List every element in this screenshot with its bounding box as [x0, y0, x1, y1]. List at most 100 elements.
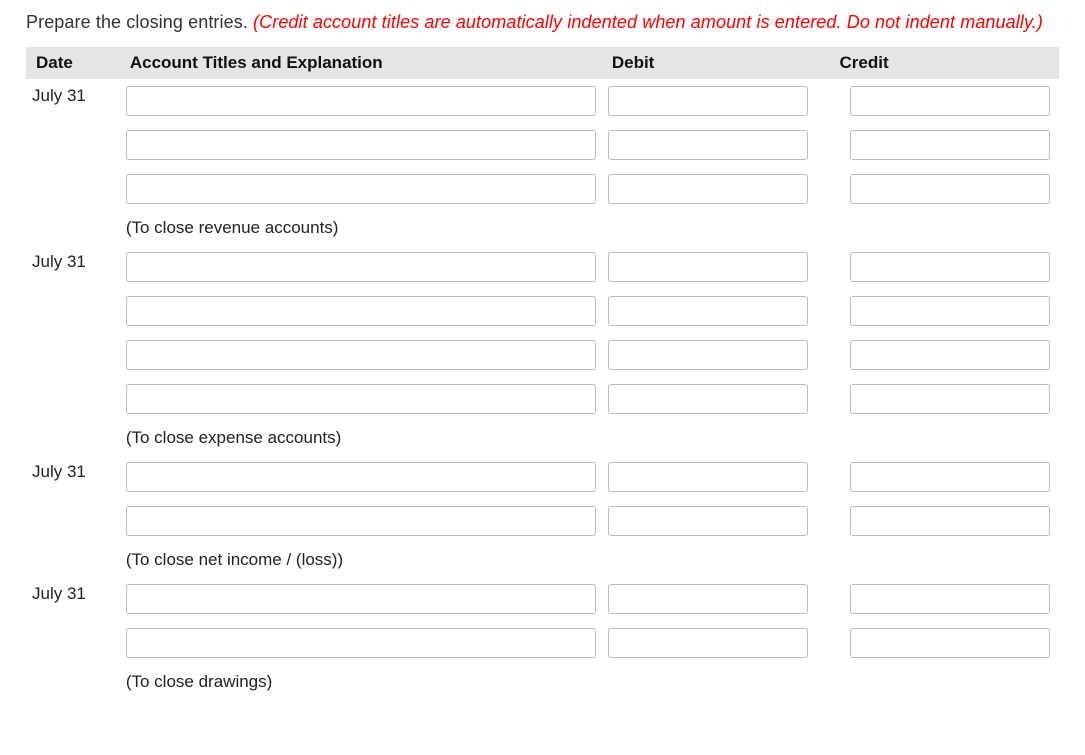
- account-title-input[interactable]: [126, 296, 596, 326]
- debit-cell: [602, 621, 830, 665]
- credit-input[interactable]: [850, 384, 1050, 414]
- credit-cell: [830, 167, 1059, 211]
- account-title-input[interactable]: [126, 86, 596, 116]
- date-cell: July 31: [26, 79, 120, 123]
- title-cell: [120, 621, 602, 665]
- credit-input[interactable]: [850, 252, 1050, 282]
- header-date: Date: [26, 47, 120, 79]
- credit-input[interactable]: [850, 296, 1050, 326]
- credit-input[interactable]: [850, 506, 1050, 536]
- table-row: July 31: [26, 245, 1059, 289]
- account-title-input[interactable]: [126, 462, 596, 492]
- explanation-row: (To close revenue accounts): [26, 211, 1059, 245]
- date-cell: July 31: [26, 455, 120, 499]
- journal-table: Date Account Titles and Explanation Debi…: [26, 47, 1059, 699]
- table-row: [26, 333, 1059, 377]
- account-title-input[interactable]: [126, 252, 596, 282]
- date-cell: [26, 377, 120, 421]
- credit-cell: [830, 245, 1059, 289]
- date-cell: July 31: [26, 245, 120, 289]
- date-label: July 31: [32, 462, 86, 481]
- date-cell: [26, 499, 120, 543]
- date-cell: July 31: [26, 577, 120, 621]
- credit-input[interactable]: [850, 462, 1050, 492]
- title-cell: [120, 123, 602, 167]
- date-cell: [26, 211, 120, 245]
- explanation-text: (To close drawings): [120, 665, 1059, 699]
- debit-cell: [602, 123, 830, 167]
- instruction-note: (Credit account titles are automatically…: [253, 12, 1043, 32]
- account-title-input[interactable]: [126, 340, 596, 370]
- title-cell: [120, 245, 602, 289]
- debit-input[interactable]: [608, 584, 808, 614]
- credit-cell: [830, 455, 1059, 499]
- credit-cell: [830, 79, 1059, 123]
- explanation-row: (To close drawings): [26, 665, 1059, 699]
- header-credit: Credit: [830, 47, 1059, 79]
- debit-input[interactable]: [608, 628, 808, 658]
- date-cell: [26, 167, 120, 211]
- date-label: July 31: [32, 252, 86, 271]
- debit-input[interactable]: [608, 252, 808, 282]
- title-cell: [120, 79, 602, 123]
- credit-input[interactable]: [850, 130, 1050, 160]
- account-title-input[interactable]: [126, 174, 596, 204]
- title-cell: [120, 289, 602, 333]
- debit-input[interactable]: [608, 130, 808, 160]
- date-cell: [26, 123, 120, 167]
- debit-cell: [602, 499, 830, 543]
- header-debit: Debit: [602, 47, 830, 79]
- date-label: July 31: [32, 86, 86, 105]
- debit-cell: [602, 289, 830, 333]
- debit-input[interactable]: [608, 384, 808, 414]
- table-row: [26, 499, 1059, 543]
- account-title-input[interactable]: [126, 384, 596, 414]
- credit-cell: [830, 621, 1059, 665]
- explanation-row: (To close net income / (loss)): [26, 543, 1059, 577]
- date-cell: [26, 621, 120, 665]
- account-title-input[interactable]: [126, 130, 596, 160]
- date-cell: [26, 289, 120, 333]
- explanation-row: (To close expense accounts): [26, 421, 1059, 455]
- account-title-input[interactable]: [126, 506, 596, 536]
- title-cell: [120, 455, 602, 499]
- date-cell: [26, 665, 120, 699]
- title-cell: [120, 499, 602, 543]
- debit-input[interactable]: [608, 340, 808, 370]
- credit-cell: [830, 499, 1059, 543]
- table-row: July 31: [26, 79, 1059, 123]
- credit-cell: [830, 333, 1059, 377]
- debit-cell: [602, 167, 830, 211]
- table-row: July 31: [26, 455, 1059, 499]
- table-row: [26, 123, 1059, 167]
- debit-cell: [602, 455, 830, 499]
- credit-input[interactable]: [850, 86, 1050, 116]
- credit-input[interactable]: [850, 584, 1050, 614]
- debit-input[interactable]: [608, 462, 808, 492]
- table-row: [26, 621, 1059, 665]
- credit-cell: [830, 289, 1059, 333]
- date-cell: [26, 543, 120, 577]
- account-title-input[interactable]: [126, 584, 596, 614]
- debit-input[interactable]: [608, 296, 808, 326]
- title-cell: [120, 167, 602, 211]
- debit-cell: [602, 333, 830, 377]
- table-row: [26, 289, 1059, 333]
- instruction-main: Prepare the closing entries.: [26, 12, 253, 32]
- table-row: July 31: [26, 577, 1059, 621]
- account-title-input[interactable]: [126, 628, 596, 658]
- debit-input[interactable]: [608, 86, 808, 116]
- table-row: [26, 167, 1059, 211]
- date-label: July 31: [32, 584, 86, 603]
- explanation-text: (To close expense accounts): [120, 421, 1059, 455]
- debit-cell: [602, 577, 830, 621]
- credit-input[interactable]: [850, 340, 1050, 370]
- date-cell: [26, 333, 120, 377]
- debit-cell: [602, 79, 830, 123]
- credit-input[interactable]: [850, 628, 1050, 658]
- debit-input[interactable]: [608, 506, 808, 536]
- date-cell: [26, 421, 120, 455]
- debit-input[interactable]: [608, 174, 808, 204]
- credit-cell: [830, 377, 1059, 421]
- credit-input[interactable]: [850, 174, 1050, 204]
